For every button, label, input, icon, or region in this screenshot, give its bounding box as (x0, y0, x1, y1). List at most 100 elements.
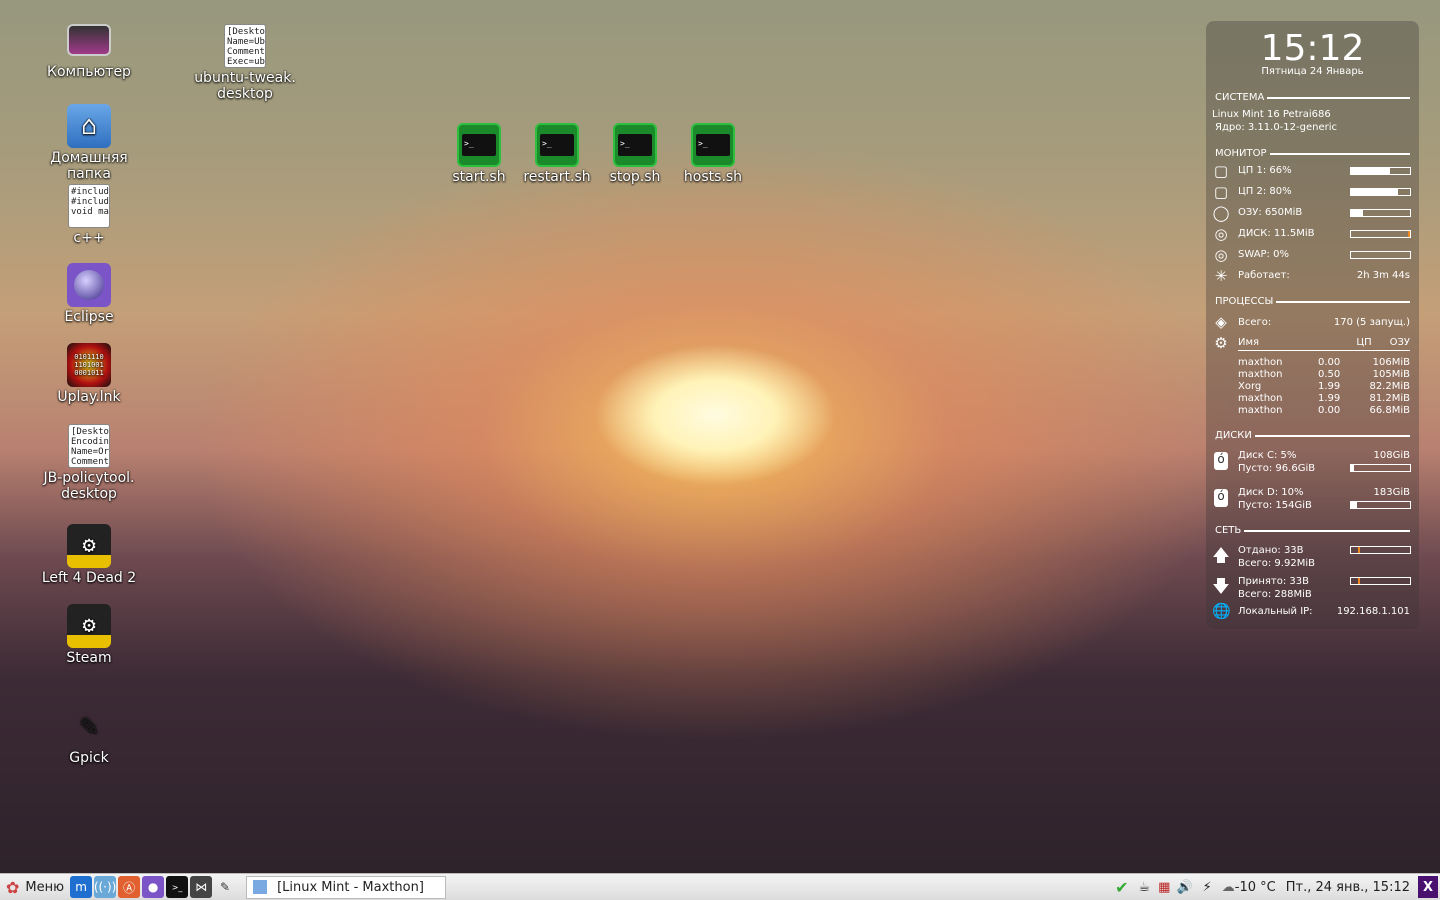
disk-io-icon: ◎ (1214, 225, 1228, 243)
desktop-icon-uplay[interactable]: 0101110 1101001 0001011 Uplay.lnk (29, 343, 149, 405)
process-row: maxthon 0.00 106MiB (1238, 357, 1410, 369)
network-connection-icon[interactable]: ⚡ (1203, 880, 1212, 895)
maxthon-launcher-icon[interactable]: m (70, 876, 93, 898)
desktop-icon-computer[interactable]: Компьютер (29, 20, 149, 80)
taskbar: ✿ Меню m ((·)) Ⓐ ● >_ ⋈ ✎ [Linux Mint - … (0, 873, 1440, 900)
icon-label: hosts.sh (683, 169, 743, 185)
ram-icon: ◯ (1212, 204, 1230, 222)
os-info: Linux Mint 16 Petrai686 (1212, 109, 1331, 120)
uptime-icon: ✳ (1214, 267, 1228, 285)
kernel-info: Ядро: 3.11.0-12-generic (1215, 122, 1338, 133)
desktop-icon-ubuntu-tweak[interactable]: [Deskto Name=Ub Comment Exec=ub ubuntu-t… (185, 24, 305, 102)
search-launcher-icon[interactable]: Ⓐ (118, 876, 141, 898)
process-mem: 81.2MiB (1369, 393, 1410, 404)
process-table-header: Имя ЦП ОЗУ (1238, 337, 1410, 351)
icon-label: Eclipse (64, 309, 114, 325)
text-file-icon: #includ #includ void ma (68, 184, 110, 228)
desktop-icon-cpp[interactable]: #includ #includ void ma c++ (29, 184, 149, 246)
uplay-icon: 0101110 1101001 0001011 (67, 343, 111, 387)
clock[interactable]: Пт., 24 янв., 15:12 (1286, 880, 1410, 895)
download-total: Всего: 288MiB (1238, 589, 1312, 600)
disk-c-free: Пусто: 96.6GiB (1238, 463, 1316, 474)
terminal-icon: >_ (613, 123, 657, 167)
process-row: maxthon 0.50 105MiB (1238, 369, 1410, 381)
process-total-label: Всего: (1238, 317, 1272, 328)
disk-io-bar (1350, 230, 1411, 238)
color-picker-icon: ✎ (79, 708, 99, 743)
icon-label: Steam (66, 650, 112, 666)
disk-c-bar (1350, 464, 1411, 472)
process-name: Xorg (1238, 381, 1262, 392)
swap-icon: ◎ (1214, 246, 1228, 264)
drive-icon: ó (1214, 452, 1228, 470)
mint-menu-icon: ✿ (6, 877, 20, 897)
swap-bar (1350, 251, 1411, 259)
desktop-icon-left4dead2[interactable]: ⚙ Left 4 Dead 2 (29, 524, 149, 586)
process-cpu: 1.99 (1318, 381, 1341, 392)
ip-label: Локальный IP: (1238, 606, 1313, 617)
desktop-file-icon: [Deskto Encodin Name=Or Comment (68, 424, 110, 468)
disk-c-size: 108GiB (1373, 450, 1410, 461)
download-graph (1350, 577, 1411, 585)
swap-label: SWAP: 0% (1238, 249, 1289, 260)
process-name: maxthon (1238, 369, 1283, 380)
disk-c-label: Диск C: 5% (1238, 450, 1297, 461)
upload-arrow-icon: 🡅 (1212, 546, 1230, 566)
process-name: maxthon (1238, 357, 1283, 368)
process-name: maxthon (1238, 405, 1283, 416)
home-folder-icon: ⌂ (67, 104, 111, 148)
process-cpu: 0.00 (1318, 405, 1341, 416)
cpu1-bar (1350, 167, 1411, 175)
cpu-icon: ▢ (1213, 162, 1229, 180)
desktop-icon-steam[interactable]: ⚙ Steam (29, 604, 149, 666)
desktop-icon-hosts-sh[interactable]: >_ hosts.sh (653, 123, 773, 185)
process-name: maxthon (1238, 393, 1283, 404)
processes-icon: ◈ (1215, 313, 1227, 331)
process-mem: 105MiB (1372, 369, 1410, 380)
desktop-icon-home[interactable]: ⌂ Домашняя папка (29, 104, 149, 182)
uptime-value: 2h 3m 44s (1356, 270, 1410, 281)
show-desktop-icon[interactable]: X (1418, 876, 1438, 898)
color-picker-launcher-icon[interactable]: ✎ (214, 876, 236, 898)
desktop-icon-jb-policytool[interactable]: [Deskto Encodin Name=Or Comment JB-polic… (29, 424, 149, 502)
process-cpu: 0.00 (1318, 357, 1341, 368)
download-label: Принято: 33B (1238, 576, 1309, 587)
terminal-icon: >_ (691, 123, 735, 167)
update-ok-icon[interactable]: ✔ (1115, 878, 1128, 897)
taskbar-window-maxthon[interactable]: [Linux Mint - Maxthon] (246, 875, 447, 899)
upload-total: Всего: 9.92MiB (1238, 558, 1315, 569)
ram-label: ОЗУ: 650MiB (1238, 207, 1303, 218)
process-cpu: 1.99 (1318, 393, 1341, 404)
terminal-launcher-icon[interactable]: >_ (166, 876, 189, 898)
icon-label: JB-policytool. desktop (43, 470, 135, 502)
network-launcher-icon[interactable]: ((·)) (94, 876, 116, 898)
icon-label: Домашняя папка (50, 150, 128, 182)
icon-label: Компьютер (47, 64, 131, 80)
weather-cloud-icon[interactable]: ☁ (1222, 880, 1235, 895)
maxthon-icon (253, 880, 268, 894)
disk-d-label: Диск D: 10% (1238, 487, 1304, 498)
tuxedo-launcher-icon[interactable]: ⋈ (190, 876, 213, 898)
icon-label: Gpick (69, 750, 109, 766)
process-mem: 106MiB (1372, 357, 1410, 368)
process-total-value: 170 (5 запущ.) (1333, 317, 1410, 328)
process-row: maxthon 0.00 66.8MiB (1238, 405, 1410, 417)
section-monitor: МОНИТОР (1215, 148, 1410, 159)
menu-button[interactable]: ✿ Меню (0, 878, 70, 897)
volume-icon[interactable]: 🔊 (1176, 880, 1192, 895)
process-row: maxthon 1.99 81.2MiB (1238, 393, 1410, 405)
drive-icon: ó (1214, 489, 1228, 507)
weather-temperature[interactable]: -10 °C (1235, 880, 1276, 895)
desktop-file-icon: [Deskto Name=Ub Comment Exec=ub (224, 24, 266, 68)
desktop-icon-gpick[interactable]: ✎ Gpick (29, 704, 149, 767)
download-arrow-icon: 🡇 (1212, 577, 1230, 597)
caffeine-cup-icon[interactable]: ☕ (1139, 880, 1151, 895)
ram-bar (1350, 209, 1411, 217)
section-system: СИСТЕМА (1215, 92, 1410, 103)
cpu2-bar (1350, 188, 1411, 196)
icon-label: c++ (73, 230, 105, 246)
keyboard-layout-flag-icon[interactable]: ▦ (1158, 880, 1170, 895)
eclipse-launcher-icon[interactable]: ● (142, 876, 165, 898)
desktop-icon-eclipse[interactable]: Eclipse (29, 263, 149, 325)
disk-io-label: ДИСК: 11.5MiB (1238, 228, 1315, 239)
